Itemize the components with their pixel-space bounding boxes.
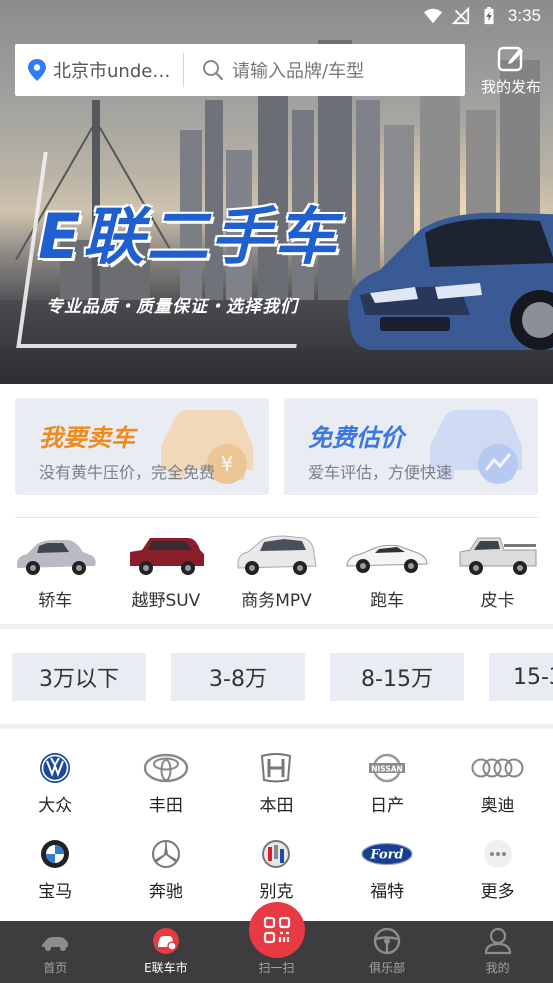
price-range-chip[interactable]: 3-8万	[171, 653, 305, 701]
brand-label: 奔驰	[148, 882, 183, 902]
nissan-logo-text: NISSAN	[371, 764, 403, 773]
brand-mercedes[interactable]: 奔驰	[111, 837, 222, 903]
section-separator	[0, 624, 553, 629]
steering-wheel-icon	[373, 927, 401, 955]
car-type-label: 商务MPV	[241, 591, 312, 611]
brand-label: 丰田	[148, 796, 183, 816]
price-range-chip[interactable]: 8-15万	[330, 653, 464, 701]
sell-car-title: 我要卖车	[39, 424, 135, 452]
audi-logo	[471, 758, 524, 778]
tab-label: E联车市	[144, 961, 188, 975]
home-car-icon	[42, 937, 69, 951]
price-range-row: 3万以下 3-8万 8-15万 15-3	[12, 653, 553, 701]
search-placeholder: 请输入品牌/车型	[232, 61, 365, 82]
market-icon	[152, 928, 179, 954]
service-cards: ¥ 我要卖车 没有黄牛压价，完全免费 免费估价 爱车评估，方便快速	[15, 398, 538, 495]
car-type-mpv[interactable]: 商务MPV	[221, 532, 332, 614]
free-estimate-subtitle: 爱车评估，方便快速	[308, 463, 453, 482]
brand-buick[interactable]: 别克	[221, 837, 332, 903]
tab-market[interactable]: E联车市	[111, 921, 222, 983]
ford-logo-text: Ford	[370, 848, 404, 863]
price-range-chip[interactable]: 15-3	[489, 653, 553, 701]
battery-charging-icon	[484, 7, 494, 25]
brand-toyota[interactable]: 丰田	[111, 751, 222, 817]
edit-icon	[497, 46, 523, 72]
brand-more[interactable]: 更多	[442, 837, 553, 903]
bmw-logo	[41, 840, 70, 868]
car-photo	[348, 212, 553, 350]
search-bar: 北京市unde… 请输入品牌/车型	[15, 44, 465, 96]
status-bar: 3:35	[0, 0, 553, 32]
car-type-label: 轿车	[38, 591, 73, 611]
clock: 3:35	[507, 6, 541, 25]
tab-label: 首页	[43, 961, 68, 975]
car-type-pickup[interactable]: 皮卡	[442, 532, 553, 614]
section-separator	[0, 724, 553, 729]
search-icon	[203, 60, 224, 81]
toyota-logo	[143, 753, 189, 783]
more-icon	[483, 840, 512, 868]
divider	[15, 517, 538, 518]
brand-label: 本田	[259, 796, 294, 816]
brand-label: 日产	[370, 796, 405, 816]
sell-car-card[interactable]: ¥ 我要卖车 没有黄牛压价，完全免费	[15, 398, 269, 495]
brand-bmw[interactable]: 宝马	[0, 837, 111, 903]
brand-label: 福特	[370, 882, 405, 902]
car-type-label: 跑车	[370, 591, 405, 611]
tab-label: 扫一扫	[258, 961, 295, 975]
location-pin-icon	[28, 59, 46, 81]
tab-club[interactable]: 俱乐部	[332, 921, 443, 983]
no-signal-icon	[451, 7, 470, 25]
search-input[interactable]: 请输入品牌/车型	[184, 57, 465, 83]
brand-volkswagen[interactable]: 大众	[0, 751, 111, 817]
pickup-icon	[459, 537, 537, 575]
sports-car-icon	[346, 544, 428, 573]
car-type-sedan[interactable]: 轿车	[0, 532, 111, 614]
free-estimate-title: 免费估价	[308, 424, 404, 452]
banner-title: E联二手车	[38, 200, 339, 273]
price-range-chip[interactable]: 3万以下	[12, 653, 146, 701]
brand-label: 更多	[480, 882, 515, 902]
location-text: 北京市unde…	[53, 61, 171, 82]
brand-label: 奥迪	[480, 796, 515, 816]
car-type-label: 皮卡	[480, 591, 515, 611]
profile-icon	[484, 927, 511, 955]
tab-label: 我的	[485, 961, 510, 975]
brand-label: 别克	[259, 882, 294, 902]
sell-car-subtitle: 没有黄牛压价，完全免费	[39, 463, 216, 482]
location-selector[interactable]: 北京市unde…	[15, 44, 183, 96]
my-publish-button[interactable]: 我的发布	[474, 44, 548, 98]
car-type-suv[interactable]: 越野SUV	[111, 532, 222, 614]
car-type-sports[interactable]: 跑车	[332, 532, 443, 614]
tab-label: 俱乐部	[369, 961, 406, 975]
scan-icon	[263, 916, 291, 944]
honda-logo	[261, 753, 292, 783]
tab-home[interactable]: 首页	[0, 921, 111, 983]
brand-ford[interactable]: Ford 福特	[332, 837, 443, 903]
wifi-icon	[423, 8, 442, 24]
mercedes-logo	[151, 840, 180, 868]
buick-logo	[262, 840, 291, 868]
suv-icon	[129, 538, 204, 575]
ford-logo: Ford	[361, 842, 413, 866]
volkswagen-logo	[40, 753, 71, 783]
tab-profile[interactable]: 我的	[442, 921, 553, 983]
brand-audi[interactable]: 奥迪	[442, 751, 553, 817]
brand-label: 宝马	[38, 882, 73, 902]
mpv-icon	[237, 535, 318, 575]
sedan-icon	[17, 540, 96, 575]
my-publish-label: 我的发布	[480, 78, 541, 96]
car-type-label: 越野SUV	[131, 591, 201, 611]
brand-nissan[interactable]: NISSAN 日产	[332, 751, 443, 817]
brand-honda[interactable]: 本田	[221, 751, 332, 817]
car-type-row: 轿车 越野SUV 商务MPV 跑车 皮卡	[0, 532, 553, 614]
free-estimate-card[interactable]: 免费估价 爱车评估，方便快速	[284, 398, 538, 495]
banner-subtitle: 专业品质・质量保证・选择我们	[46, 297, 298, 317]
scan-button[interactable]	[249, 902, 305, 958]
brand-label: 大众	[38, 796, 73, 816]
brand-grid: 大众 丰田 本田 NISSAN 日产 奥迪 宝马 奔驰 别克 Ford 福特 更…	[0, 751, 553, 903]
nissan-logo: NISSAN	[369, 753, 406, 783]
